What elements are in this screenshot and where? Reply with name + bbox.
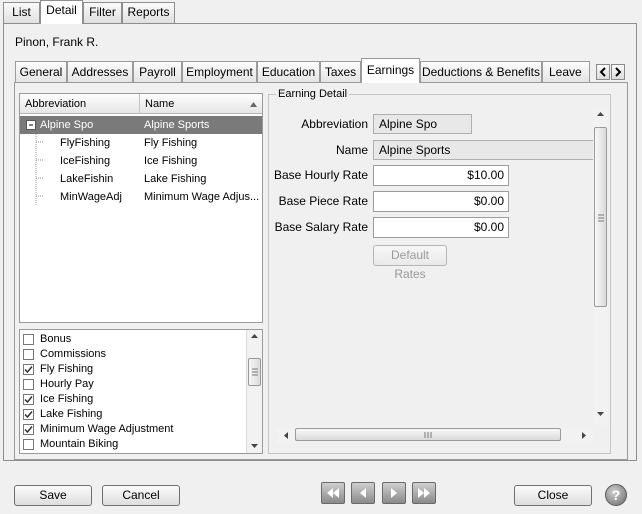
previous-record-icon [360, 488, 366, 498]
arrow-left-icon[interactable] [283, 431, 289, 440]
checkbox[interactable] [23, 394, 34, 405]
arrow-down-icon[interactable] [596, 411, 605, 417]
chevron-left-icon [599, 67, 606, 77]
grip-icon [424, 432, 432, 438]
close-button[interactable]: Close [514, 485, 592, 506]
abbreviation-field: Alpine Spo [373, 114, 472, 134]
row-name: Fly Fishing [144, 137, 198, 149]
previous-record-button[interactable] [351, 482, 375, 504]
earnings-tree-grid[interactable]: Abbreviation Name Alpine Spo Alpine Spor… [19, 93, 263, 323]
tree-row[interactable]: LakeFishin Lake Fishing [20, 170, 262, 188]
row-abbreviation: Alpine Spo [40, 119, 94, 131]
base-salary-rate-input[interactable]: $0.00 [373, 217, 509, 238]
base-piece-rate-label: Base Piece Rate [278, 194, 368, 208]
arrow-up-icon[interactable] [596, 111, 605, 117]
chevron-right-icon [615, 67, 622, 77]
row-abbreviation: IceFishing [60, 155, 111, 167]
checkbox[interactable] [23, 349, 34, 360]
check-icon [24, 366, 33, 374]
checkbox[interactable] [23, 439, 34, 450]
checkbox[interactable] [23, 409, 34, 420]
checkbox[interactable] [23, 379, 34, 390]
sort-ascending-icon [250, 102, 257, 107]
checklist-label: Bonus [40, 333, 72, 345]
tab-leave[interactable]: Leave [542, 61, 590, 82]
name-label: Name [335, 143, 368, 157]
cancel-button[interactable]: Cancel [102, 485, 180, 506]
name-field: Alpine Sports [373, 140, 593, 160]
next-record-icon [391, 488, 397, 498]
detail-vertical-scrollbar[interactable] [593, 107, 609, 425]
checklist-label: Commissions [40, 348, 107, 360]
tab-filter[interactable]: Filter [83, 2, 122, 23]
tree-row[interactable]: Alpine Spo Alpine Sports [20, 116, 262, 134]
checklist-label: Minimum Wage Adjustment [40, 423, 174, 435]
tree-row[interactable]: IceFishing Ice Fishing [20, 152, 262, 170]
first-record-icon [327, 488, 339, 498]
tab-employment[interactable]: Employment [182, 61, 257, 82]
help-icon[interactable]: ? [605, 484, 627, 506]
save-button[interactable]: Save [14, 485, 92, 506]
last-record-icon [418, 488, 430, 498]
row-name: Lake Fishing [144, 173, 207, 185]
check-icon [24, 411, 33, 419]
tab-general[interactable]: General [15, 61, 67, 82]
tab-education[interactable]: Education [257, 61, 320, 82]
tree-row[interactable]: MinWageAdj Minimum Wage Adjus... [20, 188, 262, 206]
scrollbar-thumb[interactable] [295, 428, 561, 441]
grid-header: Abbreviation Name [20, 94, 262, 114]
first-record-button[interactable] [321, 482, 345, 504]
next-record-button[interactable] [382, 482, 406, 504]
detail-horizontal-scrollbar[interactable] [277, 427, 593, 443]
row-name: Ice Fishing [144, 155, 198, 167]
checklist-label: Ice Fishing [40, 393, 94, 405]
tab-addresses[interactable]: Addresses [67, 61, 133, 82]
column-header-abbreviation[interactable]: Abbreviation [20, 94, 140, 114]
row-abbreviation: LakeFishin [60, 173, 114, 185]
column-header-name[interactable]: Name [140, 94, 262, 114]
base-salary-rate-label: Base Salary Rate [274, 220, 368, 234]
tab-payroll[interactable]: Payroll [133, 61, 182, 82]
checkbox[interactable] [23, 424, 34, 435]
default-rates-button[interactable]: Default Rates [373, 245, 447, 281]
arrow-right-icon[interactable] [581, 431, 587, 440]
earning-detail-title: Earning Detail [276, 88, 350, 100]
checkbox[interactable] [23, 334, 34, 345]
row-name: Alpine Sports [144, 119, 210, 131]
checklist-label: Hourly Pay [40, 378, 94, 390]
tab-scroll-right-button[interactable] [611, 64, 625, 80]
arrow-down-icon[interactable] [250, 443, 259, 449]
row-abbreviation: FlyFishing [60, 137, 111, 149]
tab-list[interactable]: List [3, 2, 40, 23]
row-abbreviation: MinWageAdj [60, 191, 122, 203]
collapse-icon[interactable] [26, 120, 36, 130]
checklist-label: Lake Fishing [40, 408, 103, 420]
tab-reports[interactable]: Reports [122, 2, 175, 23]
checklist-label: Mountain Biking [40, 438, 119, 450]
grip-icon [598, 214, 604, 222]
earnings-checklist[interactable]: Bonus Commissions Fly Fishing Hourly Pay… [19, 329, 263, 454]
scrollbar-thumb[interactable] [248, 358, 261, 386]
checklist-label: Fly Fishing [40, 363, 94, 375]
scrollbar-thumb[interactable] [594, 127, 607, 307]
row-name: Minimum Wage Adjus... [144, 191, 260, 203]
checkbox[interactable] [23, 364, 34, 375]
check-icon [24, 396, 33, 404]
last-record-button[interactable] [412, 482, 436, 504]
base-hourly-rate-label: Base Hourly Rate [273, 168, 368, 182]
tab-taxes[interactable]: Taxes [320, 61, 361, 82]
base-hourly-rate-input[interactable]: $10.00 [373, 165, 509, 186]
employee-name: Pinon, Frank R. [15, 35, 99, 49]
tab-deductions-benefits[interactable]: Deductions & Benefits [420, 61, 542, 82]
base-piece-rate-input[interactable]: $0.00 [373, 191, 509, 212]
check-icon [24, 426, 33, 434]
tab-earnings[interactable]: Earnings [361, 58, 420, 83]
abbreviation-label: Abbreviation [301, 117, 368, 131]
tab-detail[interactable]: Detail [40, 0, 83, 24]
tree-row[interactable]: FlyFishing Fly Fishing [20, 134, 262, 152]
arrow-up-icon[interactable] [250, 333, 259, 339]
tab-scroll-left-button[interactable] [596, 64, 610, 80]
grip-icon [252, 368, 258, 376]
checklist-scrollbar[interactable] [246, 330, 262, 453]
